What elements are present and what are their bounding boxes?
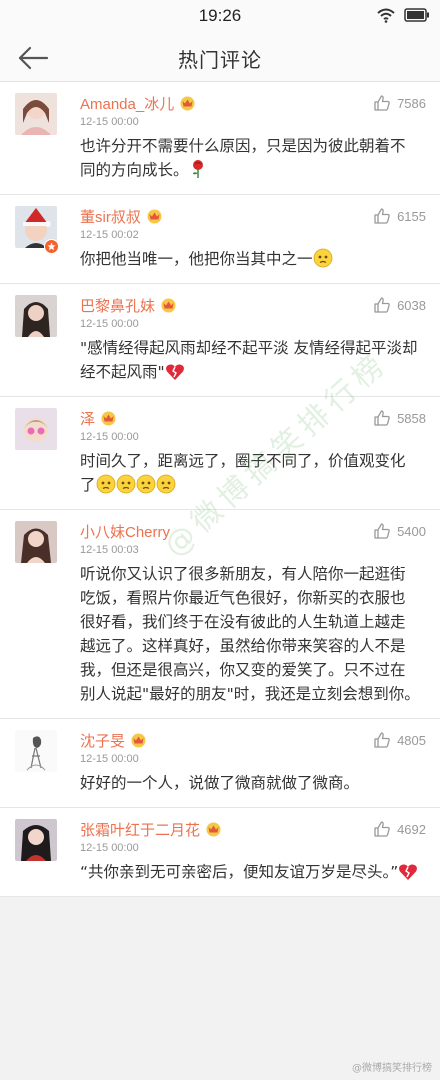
comment-time: 12-15 00:00 [80,116,139,128]
thumbs-up-icon [374,410,390,426]
comment-time: 12-15 00:00 [80,431,139,443]
broken-heart-icon [165,364,184,380]
vip-crown-icon [145,208,164,224]
broken-heart-icon [399,864,418,880]
avatar[interactable] [15,819,57,861]
verified-badge [44,239,59,254]
comment-item: 张霜叶红于二月花 12-15 00:00 “共你亲到无可亲密后，便知友谊万岁是尽… [0,808,440,897]
username[interactable]: 董sir叔叔 [80,206,141,227]
thumbs-up-icon [374,821,390,837]
avatar[interactable] [15,408,57,450]
comment-text: "感情经得起风雨却经不起平淡 友情经得起平淡却经不起风雨" [80,339,418,381]
sad-face-icon [136,474,155,494]
sad-face-icon [313,248,332,268]
comment-text: 你把他当唯一，他把你当其中之一 [80,250,313,268]
like-count: 7586 [397,95,426,111]
comment-item: 沈子旻 12-15 00:00 好好的一个人，说做了微商就做了微商。 4805 [0,719,440,808]
username[interactable]: Amanda_冰儿 [80,93,174,114]
like-count: 6155 [397,208,426,224]
avatar[interactable] [15,521,57,563]
username[interactable]: 张霜叶红于二月花 [80,819,200,840]
comment-time: 12-15 00:00 [80,318,139,330]
status-time: 19:26 [198,6,242,25]
like-button[interactable]: 5858 [373,409,426,427]
username[interactable]: 沈子旻 [80,730,125,751]
like-button[interactable]: 5400 [373,522,426,540]
corner-watermark: @微博搞笑排行榜 [352,1063,432,1074]
like-count: 6038 [397,297,426,313]
username[interactable]: 巴黎鼻孔妹 [80,295,155,316]
comment-list: Amanda_冰儿 12-15 00:00 也许分开不需要什么原因，只是因为彼此… [0,82,440,897]
like-count: 5400 [397,523,426,539]
sad-face-icon [96,474,115,494]
comment-text: 也许分开不需要什么原因，只是因为彼此朝着不同的方向成长。 [80,137,406,179]
page-title: 热门评论 [178,48,262,72]
nav-bar: 热门评论 [0,34,440,82]
vip-crown-icon [159,297,178,313]
status-bar: 19:26 [0,0,440,34]
comment-item: 董sir叔叔 12-15 00:02 你把他当唯一，他把你当其中之一 6155 [0,195,440,284]
battery-icon [404,8,429,22]
thumbs-up-icon [374,297,390,313]
like-button[interactable]: 4805 [373,731,426,749]
comment-time: 12-15 00:00 [80,753,139,765]
comment-time: 12-15 00:02 [80,229,139,241]
status-icons [376,7,430,23]
like-button[interactable]: 6038 [373,296,426,314]
username[interactable]: 泽 [80,408,95,429]
like-button[interactable]: 6155 [373,207,426,225]
comment-text: “共你亲到无可亲密后，便知友谊万岁是尽头。” [80,863,399,881]
wifi-icon [377,8,395,23]
like-count: 4692 [397,821,426,837]
comment-item: Amanda_冰儿 12-15 00:00 也许分开不需要什么原因，只是因为彼此… [0,82,440,195]
comment-item: 巴黎鼻孔妹 12-15 00:00 "感情经得起风雨却经不起平淡 友情经得起平淡… [0,284,440,397]
avatar[interactable] [15,730,57,772]
vip-crown-icon [204,821,223,837]
username[interactable]: 小八妹Cherry [80,521,170,542]
sad-face-icon [116,474,135,494]
vip-crown-icon [129,732,148,748]
comment-text: 听说你又认识了很多新朋友，有人陪你一起逛街吃饭，看照片你最近气色很好，你新买的衣… [80,565,420,703]
vip-crown-icon [178,95,197,111]
like-count: 4805 [397,732,426,748]
thumbs-up-icon [374,523,390,539]
like-button[interactable]: 7586 [373,94,426,112]
thumbs-up-icon [374,732,390,748]
comment-item: 小八妹Cherry 12-15 00:03 听说你又认识了很多新朋友，有人陪你一… [0,510,440,719]
avatar[interactable] [15,295,57,337]
like-button[interactable]: 4692 [373,820,426,838]
thumbs-up-icon [374,95,390,111]
sad-face-icon [156,474,175,494]
comment-text: 好好的一个人，说做了微商就做了微商。 [80,774,360,792]
comment-time: 12-15 00:03 [80,544,139,556]
comment-item: 泽 12-15 00:00 时间久了，距离远了，圈子不同了，价值观变化了 585… [0,397,440,510]
avatar[interactable] [15,93,57,135]
like-count: 5858 [397,410,426,426]
rose-icon [192,160,203,178]
comment-time: 12-15 00:00 [80,842,139,854]
vip-crown-icon [99,410,118,426]
thumbs-up-icon [374,208,390,224]
